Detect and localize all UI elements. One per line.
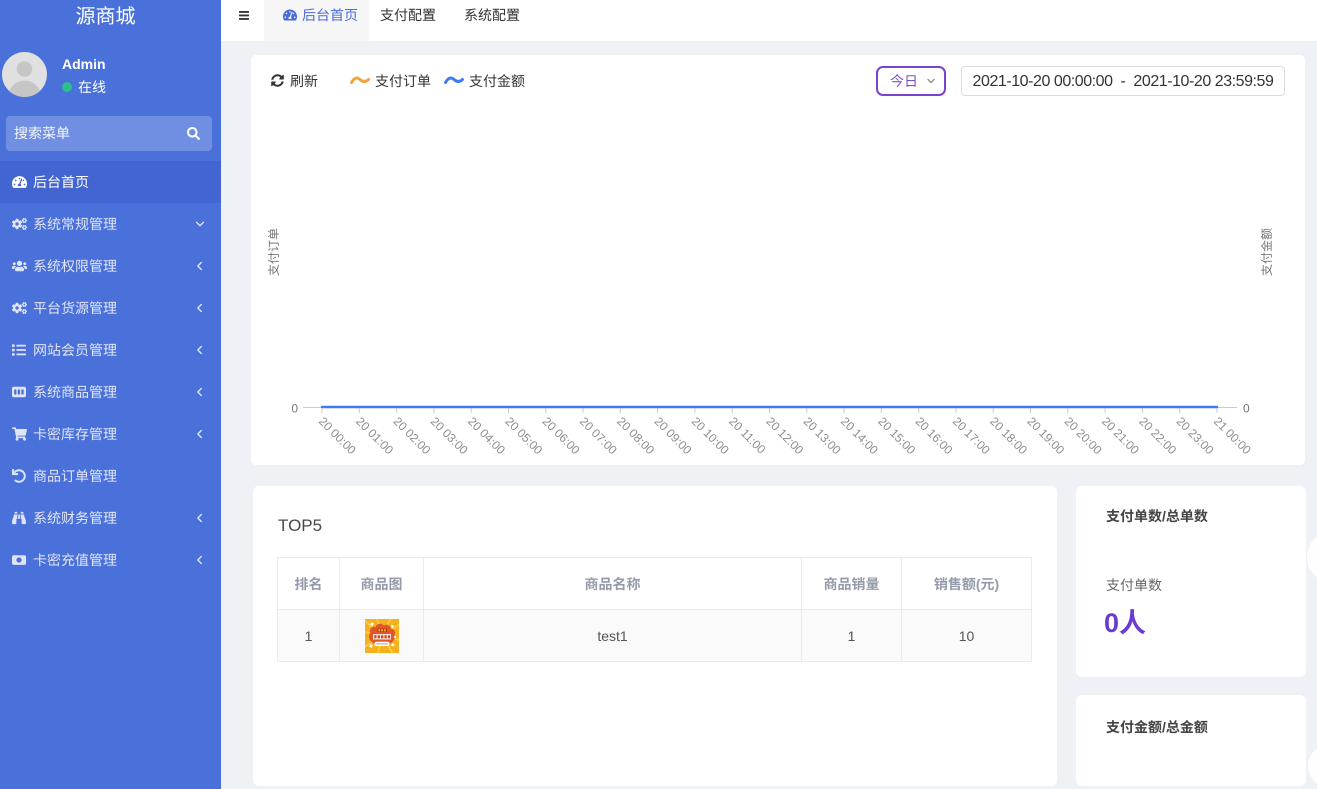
svg-text:20 05:00: 20 05:00 [502,414,545,457]
svg-text:支付金额: 支付金额 [1260,228,1274,276]
svg-text:20 22:00: 20 22:00 [1136,414,1179,457]
svg-text:20 04:00: 20 04:00 [465,414,508,457]
svg-text:20 01:00: 20 01:00 [353,414,396,457]
svg-text:20 15:00: 20 15:00 [875,414,918,457]
svg-text:20 23:00: 20 23:00 [1174,414,1217,457]
svg-text:20 17:00: 20 17:00 [950,414,993,457]
svg-text:0: 0 [291,402,298,416]
svg-text:20 08:00: 20 08:00 [614,414,657,457]
svg-text:20 12:00: 20 12:00 [763,414,806,457]
svg-text:20 14:00: 20 14:00 [838,414,881,457]
svg-text:20 06:00: 20 06:00 [540,414,583,457]
svg-text:20 21:00: 20 21:00 [1099,414,1142,457]
svg-text:20 02:00: 20 02:00 [390,414,433,457]
svg-text:20 16:00: 20 16:00 [913,414,956,457]
svg-text:20 18:00: 20 18:00 [987,414,1030,457]
svg-text:20 13:00: 20 13:00 [801,414,844,457]
svg-text:20 03:00: 20 03:00 [428,414,471,457]
svg-text:20 00:00: 20 00:00 [316,414,359,457]
svg-text:20 11:00: 20 11:00 [726,414,769,457]
svg-text:20 19:00: 20 19:00 [1024,414,1067,457]
svg-text:20 10:00: 20 10:00 [689,414,732,457]
svg-text:21 00:00: 21 00:00 [1211,414,1254,457]
svg-text:20 07:00: 20 07:00 [577,414,620,457]
svg-text:20 20:00: 20 20:00 [1062,414,1105,457]
svg-text:20 09:00: 20 09:00 [651,414,694,457]
svg-text:支付订单: 支付订单 [267,228,281,276]
svg-text:0: 0 [1243,402,1250,416]
